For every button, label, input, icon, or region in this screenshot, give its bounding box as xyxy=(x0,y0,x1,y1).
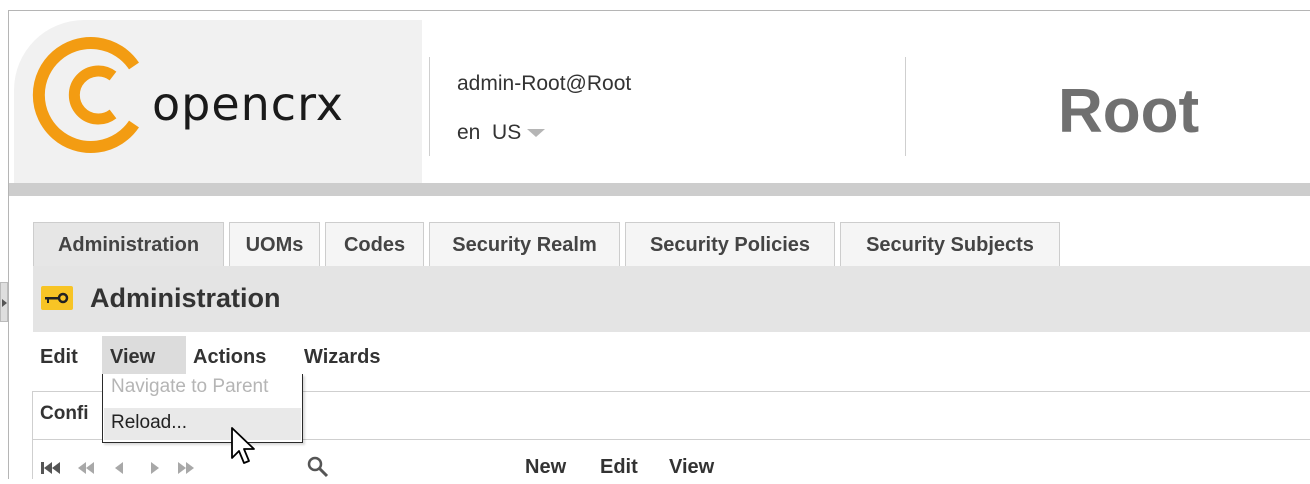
chevron-right-icon xyxy=(2,299,7,307)
opencrx-logo-icon xyxy=(32,37,139,153)
locale-selector[interactable]: en US xyxy=(457,121,546,145)
header-divider xyxy=(905,57,906,156)
key-icon xyxy=(41,286,73,310)
tab-uoms[interactable]: UOMs xyxy=(229,222,320,266)
next-icon[interactable] xyxy=(148,459,162,479)
first-page-icon[interactable] xyxy=(40,459,62,479)
tab-codes[interactable]: Codes xyxy=(325,222,424,266)
previous-icon[interactable] xyxy=(112,459,126,479)
next-page-icon[interactable] xyxy=(176,459,196,479)
menu-actions[interactable]: Actions xyxy=(193,336,266,374)
tab-security-policies[interactable]: Security Policies xyxy=(625,222,835,266)
menu-item-navigate-to-parent[interactable]: Navigate to Parent xyxy=(111,376,268,398)
menu-item-reload-label: Reload... xyxy=(111,412,188,433)
new-button[interactable]: New xyxy=(525,456,566,479)
tab-security-subjects[interactable]: Security Subjects xyxy=(840,222,1060,266)
menu-edit[interactable]: Edit xyxy=(40,336,78,374)
panel-tab-configuration[interactable]: Confi xyxy=(40,403,89,425)
menu-view[interactable]: View xyxy=(110,336,155,374)
segment-title: Root xyxy=(1058,77,1200,146)
tab-administration[interactable]: Administration xyxy=(33,222,224,267)
tab-security-realm[interactable]: Security Realm xyxy=(429,222,620,266)
search-icon[interactable] xyxy=(306,455,330,478)
previous-page-icon[interactable] xyxy=(76,459,96,479)
edit-button[interactable]: Edit xyxy=(600,456,638,479)
key-glyph xyxy=(45,292,69,304)
page-title: Administration xyxy=(90,283,281,313)
header-divider xyxy=(429,57,430,156)
menu-wizards[interactable]: Wizards xyxy=(304,336,381,374)
view-dropdown-menu: Navigate to Parent Reload... xyxy=(102,374,303,443)
chevron-down-icon xyxy=(527,129,546,138)
sidebar-toggle[interactable] xyxy=(0,282,8,322)
header-separator xyxy=(9,183,1310,196)
locale-label: en US xyxy=(457,121,522,144)
logo-wordmark: opencrx xyxy=(152,77,344,131)
user-label[interactable]: admin-Root@Root xyxy=(457,72,631,96)
menu-item-reload[interactable]: Reload... xyxy=(104,408,301,440)
view-button[interactable]: View xyxy=(669,456,714,479)
mouse-pointer-icon xyxy=(231,427,255,464)
